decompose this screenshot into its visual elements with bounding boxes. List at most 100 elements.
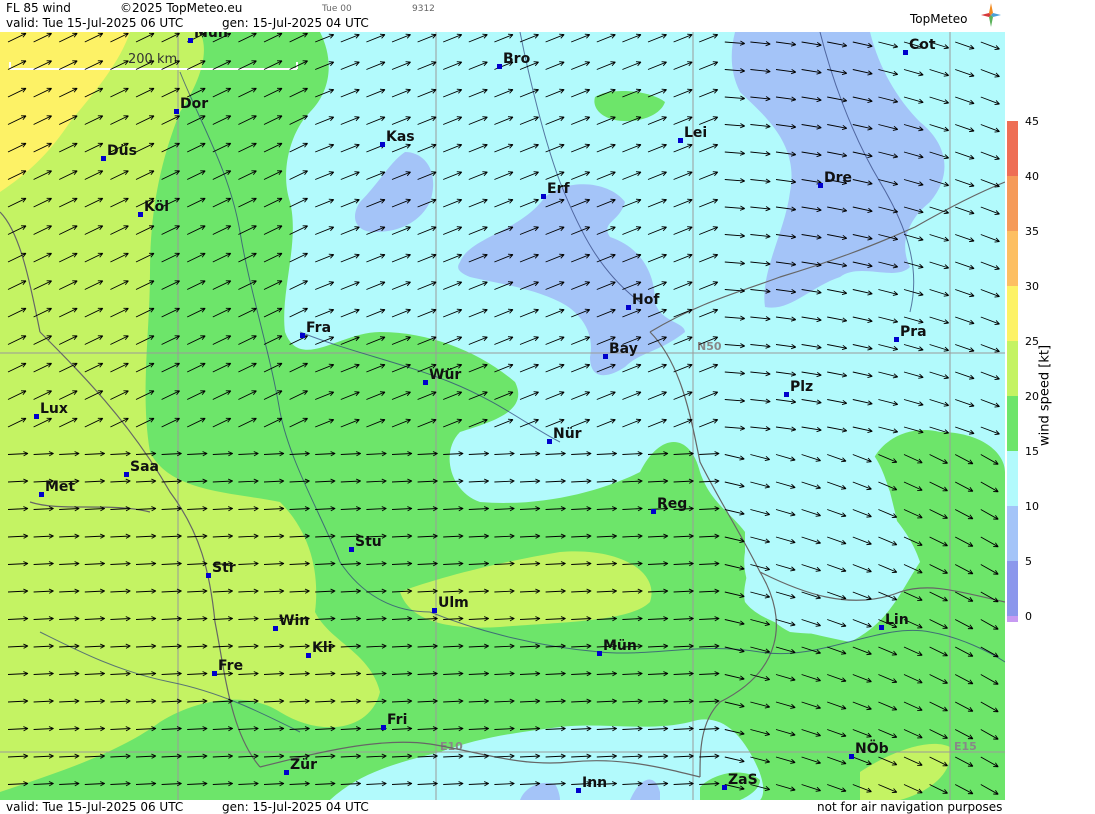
colorbar-tick-label: 5 — [1025, 555, 1032, 568]
scale-bar-label: 200 km — [128, 52, 177, 67]
city-label: Inn — [582, 775, 607, 791]
city-marker — [626, 305, 631, 310]
city-marker — [39, 492, 44, 497]
city-label: Erf — [547, 181, 570, 197]
city-marker — [212, 671, 217, 676]
colorbar-swatch — [1007, 561, 1018, 616]
city-marker — [174, 109, 179, 114]
valid-time: valid: Tue 15-Jul-2025 06 UTC — [6, 16, 184, 30]
map-code: 9312 — [412, 4, 435, 14]
city-marker — [306, 653, 311, 658]
city-label: Fri — [387, 712, 407, 728]
city-label: Fre — [218, 658, 243, 674]
city-marker — [651, 509, 656, 514]
colorbar-swatch — [1007, 341, 1018, 396]
city-label: Kas — [386, 129, 415, 145]
city-label: Bay — [609, 341, 638, 357]
city-label: NÖb — [855, 739, 889, 757]
city-marker — [541, 194, 546, 199]
city-label: Mün — [194, 32, 228, 41]
city-label: Ulm — [438, 595, 469, 611]
city-label: Pra — [900, 324, 927, 340]
product-title: FL 85 wind — [6, 1, 71, 15]
city-marker — [722, 785, 727, 790]
run-code: Tue 00 — [322, 4, 352, 14]
city-marker — [381, 725, 386, 730]
colorbar-swatch — [1007, 286, 1018, 341]
city-marker — [188, 38, 193, 43]
city-marker — [273, 626, 278, 631]
city-marker — [597, 651, 602, 656]
city-label: Zür — [290, 757, 317, 773]
city-label: Met — [45, 479, 75, 495]
city-label: Win — [279, 613, 309, 629]
city-marker — [284, 770, 289, 775]
navigation-disclaimer: not for air navigation purposes — [817, 800, 1003, 814]
colorbar-tick-label: 0 — [1025, 610, 1032, 622]
copyright-text: ©2025 TopMeteo.eu — [120, 1, 243, 15]
city-label: Nür — [553, 426, 582, 442]
topmeteo-logo: TopMeteo — [910, 12, 968, 26]
city-marker — [300, 333, 305, 338]
city-marker — [603, 354, 608, 359]
city-marker — [206, 573, 211, 578]
grid-label-e15: E15 — [954, 740, 977, 753]
city-marker — [138, 212, 143, 217]
city-label: Fra — [306, 320, 331, 336]
city-label: Dor — [180, 96, 208, 112]
footer-valid-time: valid: Tue 15-Jul-2025 06 UTC — [6, 800, 184, 814]
header-bar: FL 85 wind ©2025 TopMeteo.eu valid: Tue … — [0, 0, 1005, 32]
city-label: Bro — [503, 51, 531, 67]
grid-label-n50: N50 — [697, 340, 722, 353]
city-label: Kli — [312, 640, 332, 656]
city-label: Stu — [355, 534, 382, 550]
city-marker — [576, 788, 581, 793]
city-label: Cot — [909, 37, 936, 53]
city-marker — [818, 183, 823, 188]
city-marker — [101, 156, 106, 161]
city-marker — [894, 337, 899, 342]
colorbar-tick-label: 40 — [1025, 170, 1039, 183]
city-label: Köl — [144, 199, 169, 215]
city-marker — [380, 142, 385, 147]
colorbar-tick-label: 30 — [1025, 280, 1039, 293]
colorbar-swatch — [1007, 231, 1018, 286]
city-label: Düs — [107, 143, 137, 159]
city-label: Hof — [632, 292, 660, 308]
city-marker — [497, 64, 502, 69]
city-label: Lux — [40, 401, 68, 417]
generated-time: gen: 15-Jul-2025 04 UTC — [222, 16, 369, 30]
colorbar-swatch — [1007, 121, 1018, 176]
colorbar-swatch — [1007, 451, 1018, 506]
colorbar-tick-label: 35 — [1025, 225, 1039, 238]
colorbar-swatch — [1007, 176, 1018, 231]
city-label: Str — [212, 560, 236, 576]
city-marker — [124, 472, 129, 477]
city-marker — [423, 380, 428, 385]
city-marker — [432, 608, 437, 613]
colorbar-swatch — [1007, 616, 1018, 622]
city-marker — [547, 439, 552, 444]
colorbar-swatch — [1007, 506, 1018, 561]
colorbar-title: wind speed [kt] — [1037, 344, 1053, 447]
colorbar-swatch — [1007, 396, 1018, 451]
city-label: Mün — [603, 638, 637, 654]
city-label: Dre — [824, 170, 852, 186]
city-label: ZaS — [728, 772, 758, 788]
city-marker — [784, 392, 789, 397]
footer-bar: valid: Tue 15-Jul-2025 06 UTC gen: 15-Ju… — [0, 800, 1005, 814]
city-label: Wür — [429, 367, 461, 383]
city-marker — [849, 754, 854, 759]
city-marker — [34, 414, 39, 419]
city-label: Lin — [885, 612, 909, 628]
city-marker — [678, 138, 683, 143]
city-marker — [903, 50, 908, 55]
city-marker — [349, 547, 354, 552]
city-marker — [879, 625, 884, 630]
city-label: Saa — [130, 459, 159, 475]
city-label: Lei — [684, 125, 707, 141]
wind-map[interactable]: N50 E10 E15 200 km MünBroCotDorDüsKas Le… — [0, 32, 1005, 800]
city-label: Plz — [790, 379, 813, 395]
compass-logo-icon — [981, 3, 1001, 27]
footer-generated-time: gen: 15-Jul-2025 04 UTC — [222, 800, 369, 814]
